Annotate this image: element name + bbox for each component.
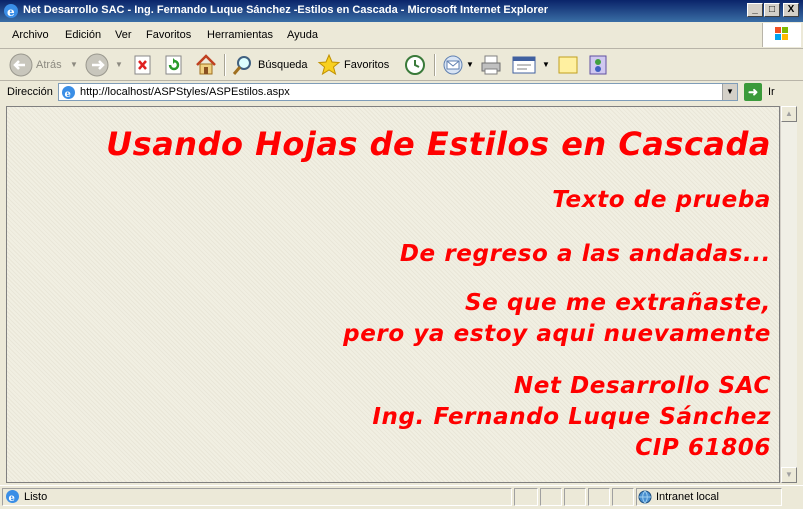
- scroll-down-icon[interactable]: ▼: [781, 467, 797, 483]
- zone-label: Intranet local: [656, 491, 719, 503]
- status-pane: [514, 488, 538, 506]
- history-icon[interactable]: [402, 52, 428, 78]
- address-bar: Dirección e http://localhost/ASPStyles/A…: [0, 81, 803, 103]
- go-arrow-icon[interactable]: ➜: [744, 83, 762, 101]
- status-pane: [588, 488, 610, 506]
- page-icon: e: [62, 86, 75, 100]
- text-line-4b: Ing. Fernando Luque Sánchez: [372, 404, 771, 430]
- close-button[interactable]: X: [783, 3, 799, 17]
- maximize-button[interactable]: □: [764, 3, 780, 17]
- address-input[interactable]: e http://localhost/ASPStyles/ASPEstilos.…: [58, 83, 738, 101]
- text-line-4c: CIP 61806: [635, 435, 771, 461]
- minimize-button[interactable]: _: [747, 3, 763, 17]
- discuss-icon[interactable]: [556, 52, 580, 78]
- status-pane-main: [2, 488, 512, 506]
- stop-icon[interactable]: [133, 52, 153, 78]
- toolbar-separator: [224, 54, 226, 76]
- page-heading: Usando Hojas de Estilos en Cascada: [106, 125, 771, 163]
- status-bar: e Listo Intranet local: [0, 485, 803, 509]
- home-icon[interactable]: [193, 52, 219, 78]
- text-line-3b: pero ya estoy aqui nuevamente: [343, 321, 771, 347]
- text-line-4a: Net Desarrollo SAC: [513, 373, 771, 399]
- windows-logo-icon: [762, 23, 801, 47]
- status-pane: [612, 488, 634, 506]
- text-line-2: De regreso a las andadas...: [399, 241, 771, 267]
- window-title: Net Desarrollo SAC - Ing. Fernando Luque…: [23, 4, 549, 16]
- refresh-icon[interactable]: [163, 52, 185, 78]
- address-label: Dirección: [7, 86, 53, 98]
- mail-dropdown-icon[interactable]: ▼: [466, 60, 474, 69]
- go-label[interactable]: Ir: [768, 86, 775, 98]
- search-icon[interactable]: [231, 52, 255, 78]
- menu-edicion[interactable]: Edición: [65, 29, 101, 41]
- svg-text:e: e: [7, 5, 15, 19]
- status-pane: [564, 488, 586, 506]
- favorites-label[interactable]: Favoritos: [344, 59, 389, 71]
- print-icon[interactable]: [478, 52, 504, 78]
- svg-text:e: e: [65, 89, 71, 100]
- page-content: Usando Hojas de Estilos en Cascada Texto…: [6, 106, 780, 483]
- toolbar-separator: [434, 54, 436, 76]
- edit-icon[interactable]: [510, 52, 538, 78]
- address-url[interactable]: http://localhost/ASPStyles/ASPEstilos.as…: [80, 86, 290, 98]
- menu-ayuda[interactable]: Ayuda: [287, 29, 318, 41]
- messenger-icon[interactable]: [586, 52, 610, 78]
- address-dropdown-icon[interactable]: ▼: [722, 84, 737, 100]
- status-pane: [540, 488, 562, 506]
- forward-dropdown-icon[interactable]: ▼: [115, 60, 123, 69]
- title-bar: e Net Desarrollo SAC - Ing. Fernando Luq…: [0, 0, 803, 22]
- text-line-3a: Se que me extrañaste,: [465, 290, 771, 316]
- ie-icon: e: [4, 4, 18, 19]
- back-dropdown-icon[interactable]: ▼: [70, 60, 78, 69]
- forward-arrow-icon[interactable]: [84, 52, 110, 78]
- search-label[interactable]: Búsqueda: [258, 59, 308, 71]
- text-line-1: Texto de prueba: [552, 187, 771, 213]
- menu-bar: Archivo Edición Ver Favoritos Herramient…: [0, 22, 803, 49]
- menu-archivo[interactable]: Archivo: [12, 29, 49, 41]
- menu-herramientas[interactable]: Herramientas: [207, 29, 273, 41]
- menu-favoritos[interactable]: Favoritos: [146, 29, 191, 41]
- edit-dropdown-icon[interactable]: ▼: [542, 60, 550, 69]
- favorites-star-icon[interactable]: [316, 52, 342, 78]
- toolbar: Atrás ▼ ▼ Búsqueda Favoritos ▼ ▼: [0, 49, 803, 81]
- menu-ver[interactable]: Ver: [115, 29, 132, 41]
- scroll-up-icon[interactable]: ▲: [781, 106, 797, 122]
- back-label[interactable]: Atrás: [36, 59, 62, 71]
- vertical-scrollbar[interactable]: ▲ ▼: [780, 106, 797, 483]
- back-arrow-icon[interactable]: [8, 52, 34, 78]
- intranet-zone-icon: [638, 490, 652, 504]
- mail-icon[interactable]: [441, 52, 467, 78]
